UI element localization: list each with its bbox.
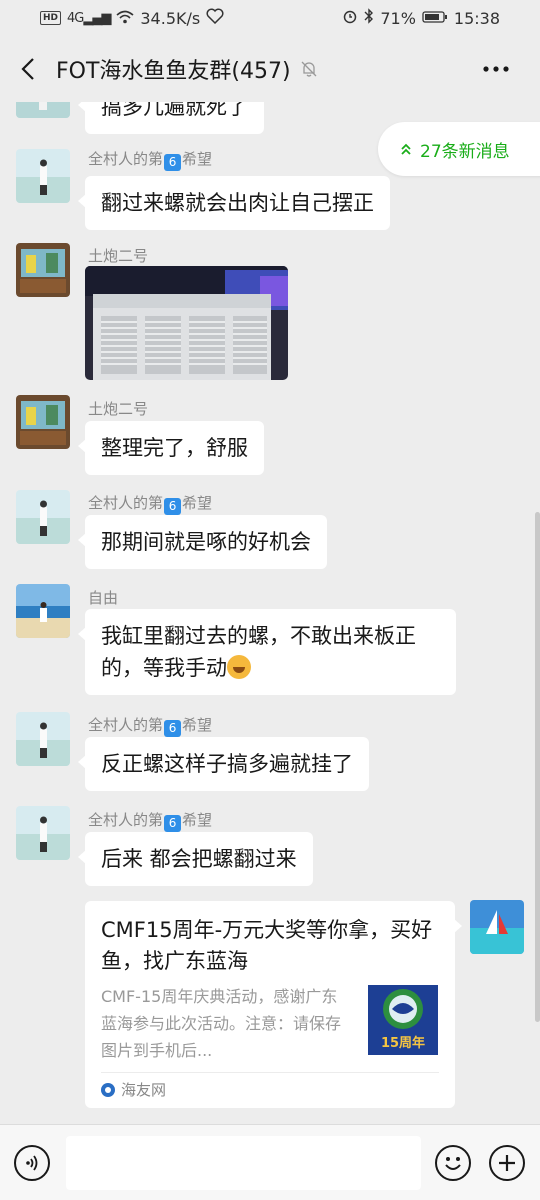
sender-name: 全村人的第 6 希望 bbox=[88, 809, 212, 832]
status-bar: HD 4G▂▄▆ 34.5K/s 71% 15:38 bbox=[0, 0, 540, 36]
message-bubble[interactable]: 搞多几遍就死了 bbox=[78, 102, 264, 134]
anniversary-logo: 15周年 bbox=[368, 985, 438, 1055]
sender-name-part: 希望 bbox=[182, 150, 213, 168]
sender-name: 全村人的第 6 希望 bbox=[88, 492, 212, 515]
message-input[interactable] bbox=[66, 1136, 421, 1190]
new-messages-label: 27条新消息 bbox=[420, 141, 510, 162]
voice-input-button[interactable] bbox=[14, 1145, 50, 1181]
mute-bell-icon bbox=[299, 59, 319, 79]
sender-name: 全村人的第 6 希望 bbox=[88, 148, 212, 171]
message-bubble[interactable]: 我缸里翻过去的螺，不敢出来板正的，等我手动 bbox=[78, 609, 456, 695]
link-card-title: CMF15周年-万元大奖等你拿，买好鱼，找广东蓝海 bbox=[101, 918, 433, 973]
sender-name-part: 全村人的第 bbox=[88, 150, 164, 168]
battery-percent: 71% bbox=[380, 8, 416, 28]
voice-icon bbox=[26, 1155, 38, 1171]
sender-name-part: 全村人的第 bbox=[88, 716, 164, 734]
emoji-button[interactable] bbox=[435, 1145, 471, 1181]
message-list[interactable]: 搞多几遍就死了 全村人的第 6 希望 翻过来螺就会出肉让自己摆正 土炮二号 土炮… bbox=[0, 102, 540, 1124]
sender-name-part: 全村人的第 bbox=[88, 811, 164, 829]
network-type: 4G bbox=[67, 10, 84, 26]
message-bubble[interactable]: 后来 都会把螺翻过来 bbox=[78, 832, 313, 886]
network-speed: 34.5K/s bbox=[140, 8, 201, 28]
avatar-aquarium[interactable] bbox=[16, 243, 70, 297]
sender-name: 土炮二号 bbox=[88, 400, 149, 418]
avatar-beach-man[interactable] bbox=[16, 806, 70, 860]
message-text: 我缸里翻过去的螺，不敢出来板正的，等我手动 bbox=[101, 624, 416, 680]
source-name: 海友网 bbox=[121, 1081, 167, 1099]
message-bubble[interactable]: 整理完了，舒服 bbox=[78, 421, 264, 475]
more-functions-button[interactable] bbox=[489, 1145, 525, 1181]
avatar-self-sailboat[interactable] bbox=[470, 900, 524, 954]
avatar-beach-child[interactable] bbox=[16, 584, 70, 638]
smiley-icon bbox=[445, 1157, 461, 1170]
divider bbox=[101, 1072, 439, 1073]
signal-icon: 4G▂▄▆ bbox=[67, 10, 111, 26]
scrollbar[interactable] bbox=[535, 512, 540, 1022]
sender-name-part: 希望 bbox=[182, 494, 213, 512]
sender-name-part: 希望 bbox=[182, 716, 213, 734]
avatar-beach-man[interactable] bbox=[16, 490, 70, 544]
new-messages-button[interactable]: 27条新消息 bbox=[378, 122, 540, 176]
double-chevron-up-icon bbox=[401, 143, 411, 155]
heart-rate-icon bbox=[206, 8, 224, 28]
source-logo-icon bbox=[101, 1082, 115, 1097]
alarm-icon bbox=[342, 8, 358, 28]
message-bubble[interactable]: 翻过来螺就会出肉让自己摆正 bbox=[78, 176, 390, 230]
sender-name-part: 希望 bbox=[182, 811, 213, 829]
aquarium-cabinet-photo[interactable] bbox=[85, 266, 288, 380]
back-button[interactable] bbox=[0, 36, 56, 102]
hd-badge: HD bbox=[40, 11, 62, 25]
sender-name: 土炮二号 bbox=[88, 247, 149, 265]
link-card[interactable]: CMF15周年-万元大奖等你拿，买好鱼，找广东蓝海 CMF-15周年庆典活动，感… bbox=[85, 901, 462, 1108]
bluetooth-icon bbox=[364, 8, 374, 28]
avatar-beach-man[interactable] bbox=[16, 712, 70, 766]
number-badge: 6 bbox=[164, 498, 182, 515]
chat-title: FOT海水鱼鱼友群(457) bbox=[56, 59, 291, 84]
laughing-cry-emoji-icon bbox=[227, 655, 251, 679]
number-badge: 6 bbox=[164, 720, 182, 737]
battery-icon bbox=[422, 9, 448, 28]
input-bar bbox=[0, 1124, 540, 1200]
chevron-left-icon bbox=[21, 58, 34, 80]
anniversary-logo-text: 15周年 bbox=[381, 1035, 425, 1051]
sender-name: 自由 bbox=[88, 589, 119, 607]
message-bubble[interactable]: 反正螺这样子搞多遍就挂了 bbox=[78, 737, 369, 791]
more-dots-icon bbox=[483, 66, 509, 72]
sender-name-part: 全村人的第 bbox=[88, 494, 164, 512]
avatar-aquarium[interactable] bbox=[16, 395, 70, 449]
plus-icon bbox=[499, 1155, 515, 1171]
more-options-button[interactable] bbox=[466, 36, 526, 102]
avatar-beach-man[interactable] bbox=[16, 149, 70, 203]
avatar-beach-man[interactable] bbox=[16, 102, 70, 118]
number-badge: 6 bbox=[164, 154, 182, 171]
clock: 15:38 bbox=[453, 8, 500, 28]
message-bubble[interactable]: 那期间就是啄的好机会 bbox=[78, 515, 327, 569]
wifi-icon bbox=[116, 9, 134, 28]
link-card-source: 海友网 bbox=[101, 1079, 166, 1100]
sender-name: 全村人的第 6 希望 bbox=[88, 714, 212, 737]
link-card-description: CMF-15周年庆典活动，感谢广东蓝海参与此次活动。注意：请保存图片到手机后..… bbox=[101, 987, 342, 1060]
chat-header: FOT海水鱼鱼友群(457) bbox=[0, 36, 540, 102]
number-badge: 6 bbox=[164, 815, 182, 832]
